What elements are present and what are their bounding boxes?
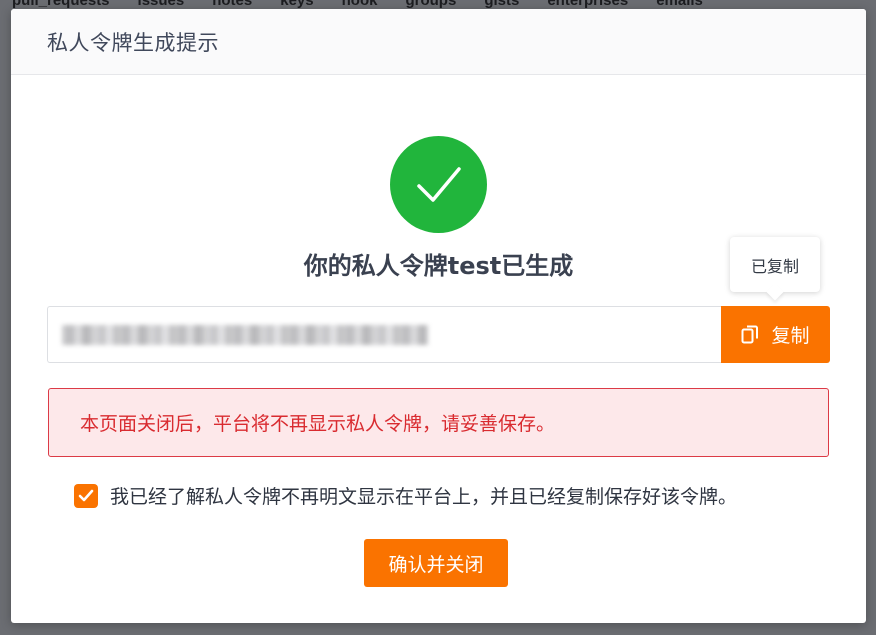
dialog-title: 私人令牌生成提示 [47, 30, 219, 55]
warning-text: 本页面关闭后，平台将不再显示私人令牌，请妥善保存。 [80, 413, 556, 435]
checkbox-check-icon [78, 489, 94, 501]
token-field[interactable] [47, 306, 721, 363]
copy-button-label: 复制 [771, 325, 810, 347]
obscured-token-value [62, 325, 428, 345]
check-mark-icon [417, 167, 461, 202]
acknowledgement-label[interactable]: 我已经了解私人令牌不再明文显示在平台上，并且已经复制保存好该令牌。 [110, 482, 737, 509]
acknowledgement-row: 我已经了解私人令牌不再明文显示在平台上，并且已经复制保存好该令牌。 [74, 483, 737, 508]
acknowledgement-checkbox[interactable] [74, 483, 98, 508]
copied-tooltip: 已复制 [730, 237, 820, 292]
dialog-header: 私人令牌生成提示 [11, 9, 866, 75]
copy-icon [741, 325, 759, 345]
copy-button[interactable]: 复制 [721, 306, 830, 363]
warning-alert: 本页面关闭后，平台将不再显示私人令牌，请妥善保存。 [48, 388, 829, 457]
token-created-dialog: 私人令牌生成提示 你的私人令牌test已生成 复制 已复制 本页面关闭后，平台将… [11, 9, 866, 623]
confirm-close-button[interactable]: 确认并关闭 [364, 539, 508, 587]
check-circle-icon [390, 136, 487, 233]
token-copy-row: 复制 [47, 306, 830, 363]
